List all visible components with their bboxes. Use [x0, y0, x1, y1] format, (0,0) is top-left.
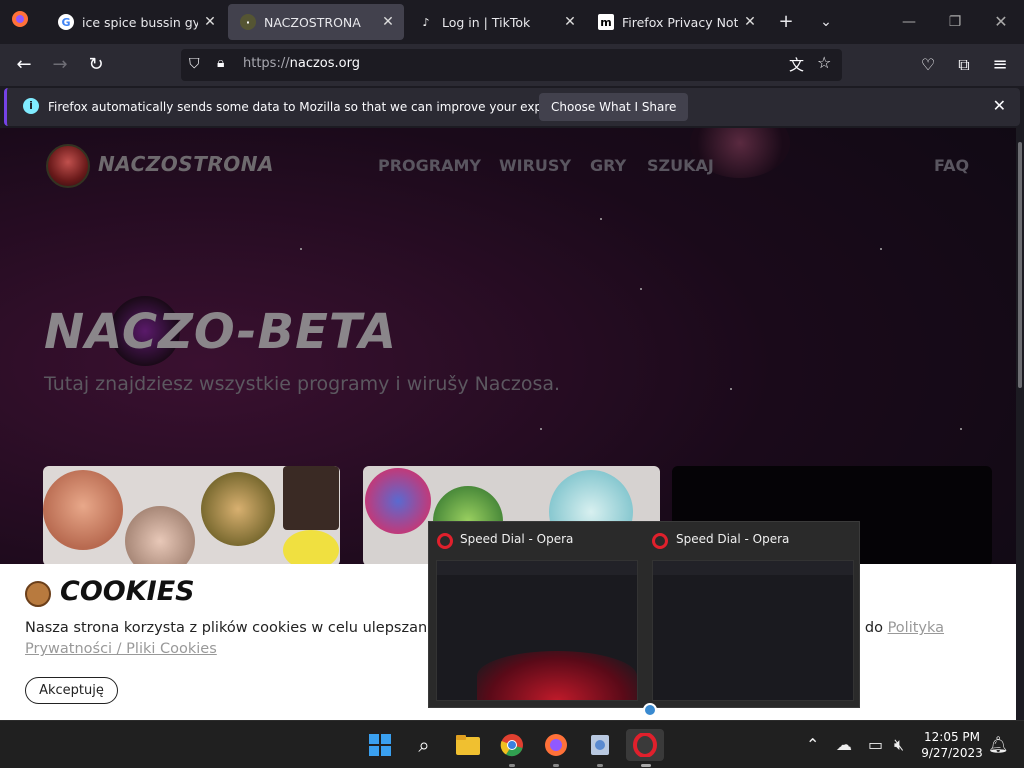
minimize-icon[interactable]: — [897, 10, 921, 34]
hero-subtitle: Tutaj znajdziesz wszystkie programy i wi… [44, 373, 561, 395]
reload-icon[interactable]: ↻ [84, 53, 108, 77]
file-explorer-icon[interactable] [452, 729, 484, 761]
cookie-title: COOKIES [60, 576, 195, 607]
volume-muted-icon[interactable]: 🔇︎ [894, 735, 904, 755]
nav-link-wirusy[interactable]: WIRUSY [499, 156, 571, 175]
shield-icon[interactable]: ⛉ [189, 56, 200, 72]
taskbar-window-preview: Speed Dial - Opera Speed Dial - Opera [428, 521, 860, 708]
tab-title: Firefox Privacy Notice — [622, 14, 738, 30]
nav-link-gry[interactable]: GRY [590, 156, 626, 175]
new-tab-icon[interactable]: + [774, 10, 798, 34]
tiktok-icon: ♪ [422, 15, 430, 29]
notification-text: Firefox automatically sends some data to… [48, 100, 591, 114]
chrome-icon[interactable] [496, 729, 528, 761]
clock-time: 12:05 PM [924, 730, 980, 744]
onedrive-icon[interactable]: ☁ [836, 735, 852, 754]
search-icon[interactable]: ⌕ [408, 729, 440, 761]
tab-title: Log in | TikTok [442, 14, 531, 30]
close-tab-icon[interactable]: ✕ [198, 14, 222, 30]
pocket-icon[interactable]: ♡ [916, 53, 940, 77]
notifications-bell-icon[interactable]: 🔔︎ [988, 735, 1008, 754]
choose-what-i-share-button[interactable]: Choose What I Share [539, 93, 689, 121]
tab-mozilla[interactable]: m Firefox Privacy Notice — ✕ [586, 4, 766, 40]
close-tab-icon[interactable]: ✕ [558, 14, 582, 30]
windows-start-icon[interactable] [364, 729, 396, 761]
tab-title: ice spice bussin gyatt - [82, 14, 198, 30]
opera-icon [652, 533, 668, 549]
firefox-icon[interactable] [540, 729, 572, 761]
scrollbar-thumb[interactable] [1018, 142, 1022, 388]
url-bar[interactable]: ⛉ 🔒︎ https://naczos.org 文 ☆ [181, 49, 842, 81]
close-tab-icon[interactable]: ✕ [376, 14, 400, 30]
tab-bar: G ice spice bussin gyatt - ✕ · NACZOSTRO… [0, 0, 1024, 44]
data-collection-notification: i Firefox automatically sends some data … [4, 88, 1020, 126]
accept-cookies-button[interactable]: Akceptuję [25, 677, 118, 704]
firefox-view-icon[interactable] [8, 10, 32, 34]
cookie-icon [25, 581, 51, 607]
list-all-tabs-icon[interactable]: ⌄ [814, 10, 838, 34]
restore-icon[interactable]: ❐ [943, 10, 967, 34]
hero-title: NACZO-BETA [44, 304, 398, 360]
close-icon[interactable]: ✕ [993, 96, 1006, 115]
preview-title[interactable]: Speed Dial - Opera [676, 532, 789, 546]
app-icon[interactable] [584, 729, 616, 761]
tab-google[interactable]: G ice spice bussin gyatt - ✕ [46, 4, 226, 40]
site-logo-text[interactable]: NACZOSTRONA [98, 152, 274, 176]
site-logo-avatar[interactable] [46, 144, 90, 188]
extensions-icon[interactable]: ⧉ [952, 53, 976, 77]
close-window-icon[interactable]: ✕ [989, 10, 1013, 34]
nav-link-szukaj[interactable]: SZUKAJ [647, 156, 714, 175]
tab-naczostrona[interactable]: · NACZOSTRONA ✕ [228, 4, 404, 40]
mozilla-icon: m [598, 14, 614, 30]
naczostrona-icon: · [240, 14, 256, 30]
display-icon[interactable]: ▭ [868, 735, 883, 754]
nav-link-faq[interactable]: FAQ [934, 156, 969, 175]
opera-icon [437, 533, 453, 549]
info-icon: i [23, 98, 39, 114]
clock-date: 9/27/2023 [921, 746, 983, 760]
program-card[interactable] [43, 466, 340, 566]
preview-thumbnail[interactable] [652, 560, 854, 701]
opera-icon[interactable] [626, 729, 664, 761]
tab-tiktok[interactable]: ♪ Log in | TikTok ✕ [406, 4, 586, 40]
translate-icon[interactable]: 文 [789, 54, 804, 75]
show-hidden-icons-icon[interactable]: ⌃ [806, 735, 819, 754]
back-icon[interactable]: ← [12, 53, 36, 77]
menu-icon[interactable]: ≡ [988, 53, 1012, 77]
lock-icon[interactable]: 🔒︎ [217, 55, 224, 71]
windows-taskbar: ⌕ ⌃ ☁ ▭ 🔇︎ 12:05 PM 9/27/2023 🔔︎ [0, 720, 1024, 768]
tab-title: NACZOSTRONA [264, 14, 361, 30]
google-icon: G [58, 14, 74, 30]
url-text[interactable]: https://naczos.org [243, 56, 360, 71]
system-clock[interactable]: 12:05 PM 9/27/2023 [912, 729, 992, 761]
busy-cursor-icon [643, 703, 657, 717]
bookmark-star-icon[interactable]: ☆ [817, 53, 831, 72]
preview-title[interactable]: Speed Dial - Opera [460, 532, 573, 546]
navigation-toolbar: ← → ↻ ⛉ 🔒︎ https://naczos.org 文 ☆ ♡ ⧉ ≡ [0, 44, 1024, 86]
preview-thumbnail[interactable] [436, 560, 638, 701]
nav-link-programy[interactable]: PROGRAMY [378, 156, 481, 175]
close-tab-icon[interactable]: ✕ [738, 14, 762, 30]
forward-icon[interactable]: → [48, 53, 72, 77]
